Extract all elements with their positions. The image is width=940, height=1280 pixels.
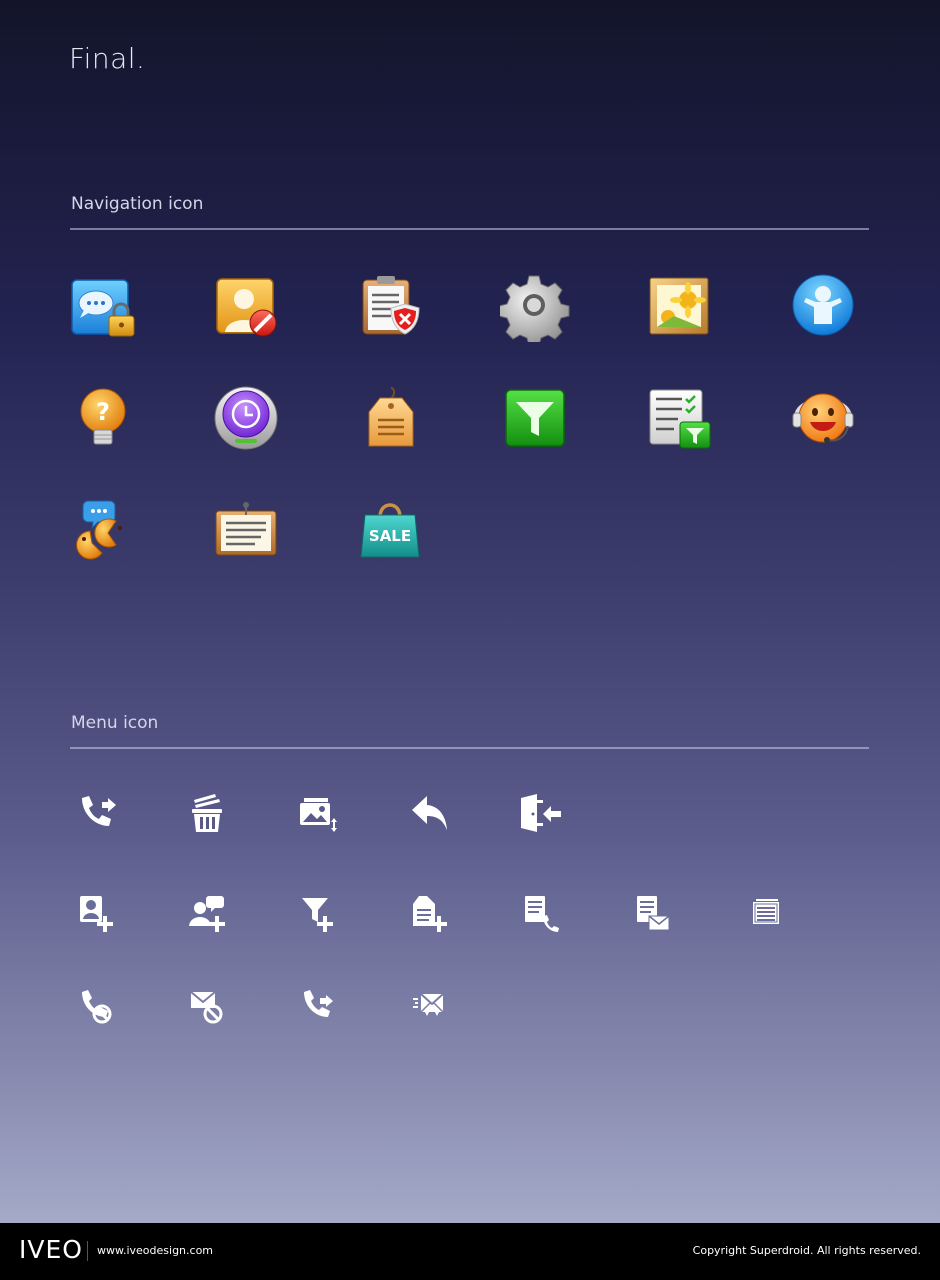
menu-section-title: Menu icon xyxy=(71,713,159,733)
menu-divider xyxy=(70,747,869,749)
lightbulb-question-icon[interactable]: ? xyxy=(68,384,138,454)
gear-icon[interactable] xyxy=(500,272,570,342)
chat-people-icon[interactable] xyxy=(68,497,138,567)
add-message-contact-icon[interactable] xyxy=(185,892,229,936)
notepad-icon[interactable] xyxy=(211,497,281,567)
clock-restore-icon[interactable] xyxy=(211,384,281,454)
page-title: Final. xyxy=(69,42,146,75)
call-forward-icon[interactable] xyxy=(74,792,118,836)
mail-send-icon[interactable] xyxy=(407,984,451,1028)
clipboard-shield-icon[interactable] xyxy=(355,272,425,342)
user-circle-icon[interactable] xyxy=(788,272,858,342)
footer-divider xyxy=(87,1241,88,1261)
chat-lock-icon[interactable] xyxy=(68,272,138,342)
navigation-section-title: Navigation icon xyxy=(71,194,204,214)
photo-frame-icon[interactable] xyxy=(644,272,714,342)
call-block-icon[interactable] xyxy=(74,984,118,1028)
iveo-logo: IVEO xyxy=(19,1235,83,1264)
contact-block-icon[interactable] xyxy=(211,272,281,342)
checklist-filter-icon[interactable] xyxy=(644,384,714,454)
exit-door-icon[interactable] xyxy=(517,792,561,836)
support-headset-icon[interactable] xyxy=(788,384,858,454)
list-icon[interactable] xyxy=(743,892,787,936)
svg-text:?: ? xyxy=(96,398,110,426)
footer: IVEO www.iveodesign.com Copyright Superd… xyxy=(0,1223,940,1280)
add-tag-icon[interactable] xyxy=(407,892,451,936)
reply-icon[interactable] xyxy=(407,792,451,836)
svg-text:SALE: SALE xyxy=(369,527,411,545)
note-call-icon[interactable] xyxy=(517,892,561,936)
image-sort-icon[interactable] xyxy=(296,792,340,836)
delete-all-icon[interactable] xyxy=(185,792,229,836)
website-link[interactable]: www.iveodesign.com xyxy=(97,1244,213,1257)
price-tag-icon[interactable] xyxy=(355,384,425,454)
add-contact-icon[interactable] xyxy=(74,892,118,936)
add-filter-icon[interactable] xyxy=(296,892,340,936)
navigation-divider xyxy=(70,228,869,230)
copyright-text: Copyright Superdroid. All rights reserve… xyxy=(692,1244,921,1257)
call-forward-small-icon[interactable] xyxy=(296,984,340,1028)
mail-block-icon[interactable] xyxy=(185,984,229,1028)
sale-bag-icon[interactable]: SALE xyxy=(355,497,425,567)
filter-icon[interactable] xyxy=(500,384,570,454)
note-mail-icon[interactable] xyxy=(629,892,673,936)
